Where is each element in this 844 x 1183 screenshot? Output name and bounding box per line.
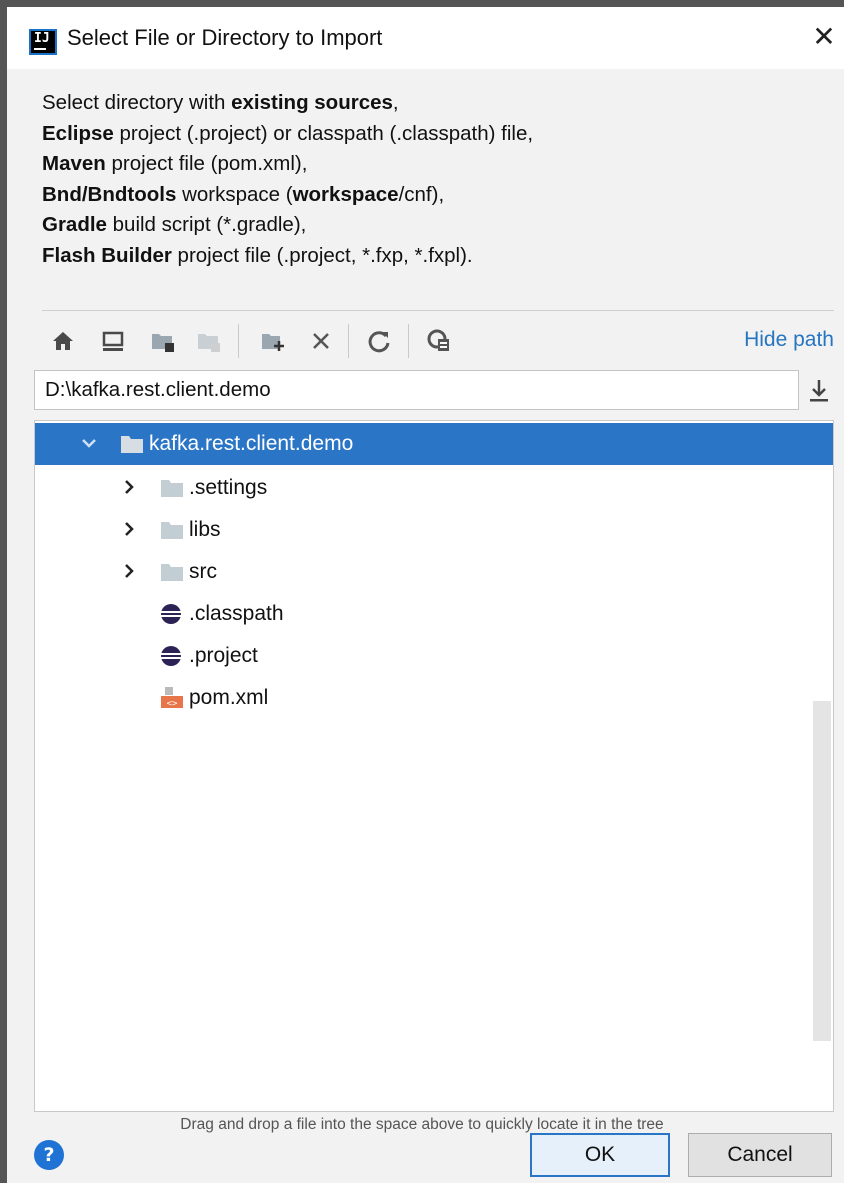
intellij-app-icon: IJ	[29, 29, 57, 55]
cancel-button[interactable]: Cancel	[688, 1133, 832, 1177]
tree-item-label: .classpath	[189, 602, 284, 625]
file-chooser-toolbar: Hide path	[42, 318, 834, 364]
description-text: ,	[392, 91, 399, 114]
project-folder-icon[interactable]	[146, 324, 180, 358]
folder-icon	[159, 476, 185, 500]
delete-icon[interactable]	[304, 324, 338, 358]
description-line: Select directory with existing sources,	[42, 88, 832, 119]
description-text: Select directory with	[42, 91, 232, 114]
tree-file-row[interactable]: <> pom.xml	[35, 677, 833, 719]
tree-item-label: kafka.rest.client.demo	[149, 432, 354, 455]
description-keyword: Maven	[42, 152, 106, 175]
tree-folder-row[interactable]: src	[35, 551, 833, 593]
description-line: Eclipse project (.project) or classpath …	[42, 119, 832, 150]
folder-icon	[119, 432, 145, 456]
description-text: /cnf),	[398, 182, 445, 206]
tree-file-row[interactable]: .classpath	[35, 593, 833, 635]
description-line: Maven project file (pom.xml),	[42, 149, 832, 180]
chevron-right-icon[interactable]	[119, 561, 139, 581]
description-text: project file (pom.xml),	[105, 152, 308, 175]
description-text: project file (.project, *.fxp, *.fxpl).	[171, 243, 473, 267]
eclipse-file-icon	[159, 644, 185, 668]
tree-folder-row[interactable]: .settings	[35, 467, 833, 509]
chevron-right-icon[interactable]	[119, 477, 139, 497]
tree-folder-row[interactable]: kafka.rest.client.demo	[35, 423, 833, 465]
window-title: Select File or Directory to Import	[67, 25, 383, 50]
tree-scrollbar[interactable]	[813, 701, 831, 1041]
help-icon[interactable]: ?	[34, 1140, 64, 1170]
hide-path-link[interactable]: Hide path	[744, 328, 834, 352]
description-keyword: Flash Builder	[42, 243, 172, 267]
new-folder-icon[interactable]	[256, 324, 290, 358]
description-text: build script (*.gradle),	[106, 213, 307, 236]
chevron-down-icon[interactable]	[79, 433, 99, 453]
file-tree[interactable]: kafka.rest.client.demo .settings libs src .c…	[34, 420, 834, 1112]
description-keyword: Bnd/Bndtools	[42, 182, 177, 206]
description-keyword: workspace	[292, 182, 399, 206]
tree-item-label: .project	[189, 644, 258, 667]
description-text: workspace (	[176, 182, 293, 206]
folder-icon	[159, 518, 185, 542]
description-keyword: existing sources	[231, 91, 393, 114]
description-keyword: Eclipse	[42, 121, 114, 145]
tree-item-label: src	[189, 560, 217, 583]
home-icon[interactable]	[46, 324, 80, 358]
svg-text:<>: <>	[167, 699, 178, 709]
import-description: Select directory with existing sources, E…	[42, 88, 832, 271]
divider	[42, 310, 834, 311]
module-folder-icon[interactable]	[192, 324, 226, 358]
description-keyword: Gradle	[42, 213, 107, 236]
description-line: Gradle build script (*.gradle),	[42, 210, 832, 241]
title-bar: IJ Select File or Directory to Import ✕	[7, 7, 844, 69]
tree-folder-row[interactable]: libs	[35, 509, 833, 551]
download-icon[interactable]	[805, 376, 833, 406]
close-icon[interactable]: ✕	[808, 21, 840, 53]
desktop-icon[interactable]	[96, 324, 130, 358]
description-line: Flash Builder project file (.project, *.…	[42, 241, 832, 272]
show-hidden-files-icon[interactable]	[422, 324, 456, 358]
eclipse-file-icon	[159, 602, 185, 626]
xml-file-icon: <>	[159, 686, 185, 710]
drag-drop-hint: Drag and drop a file into the space abov…	[180, 1116, 664, 1133]
folder-icon	[159, 560, 185, 584]
description-text: project (.project) or classpath (.classp…	[113, 121, 534, 145]
ok-button[interactable]: OK	[530, 1133, 670, 1177]
description-line: Bnd/Bndtools workspace (workspace/cnf),	[42, 180, 832, 211]
path-input[interactable]	[34, 370, 799, 410]
tree-item-label: .settings	[189, 476, 268, 499]
tree-item-label: libs	[189, 518, 221, 541]
refresh-icon[interactable]	[362, 324, 396, 358]
tree-file-row[interactable]: .project	[35, 635, 833, 677]
app-icon-text: IJ	[34, 31, 50, 46]
tree-item-label: pom.xml	[189, 686, 269, 709]
chevron-right-icon[interactable]	[119, 519, 139, 539]
